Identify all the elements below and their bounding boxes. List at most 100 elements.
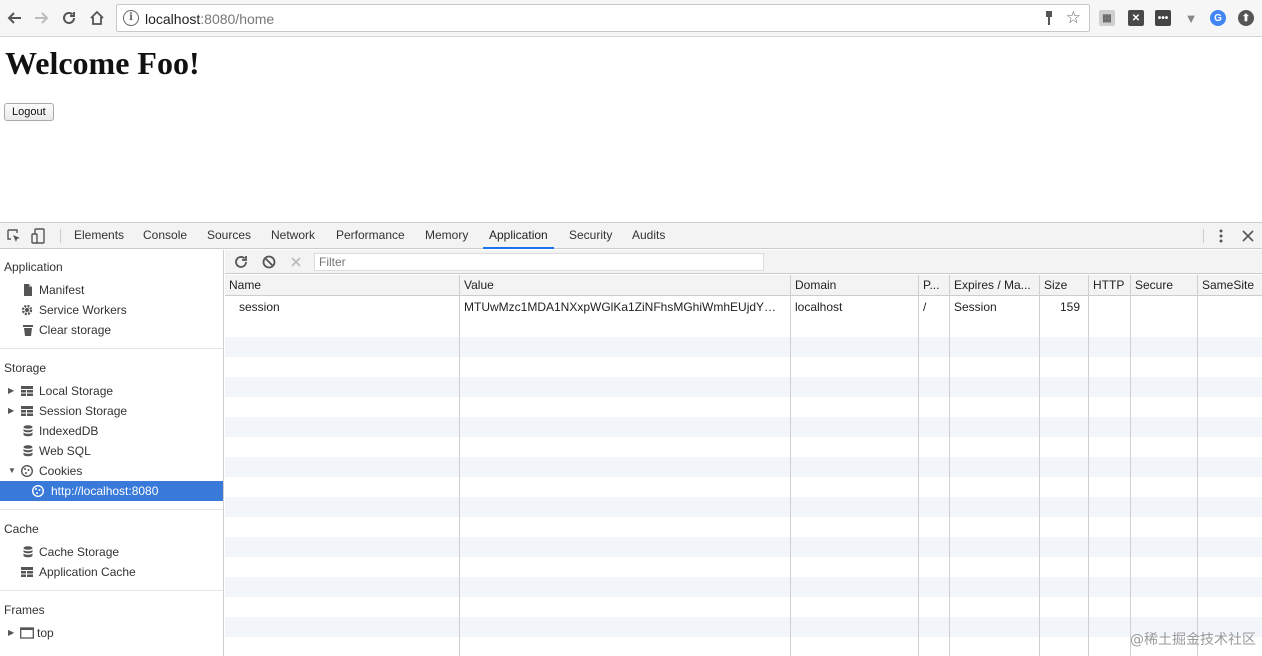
sidebar-item-clear-storage[interactable]: Clear storage xyxy=(0,320,223,340)
home-button[interactable] xyxy=(86,7,108,29)
tab-console[interactable]: Console xyxy=(137,223,193,249)
column-header-name[interactable]: Name xyxy=(225,275,459,296)
sidebar-item-cookies[interactable]: ▼ Cookies xyxy=(0,461,223,481)
sidebar-item-session-storage[interactable]: ▶ Session Storage xyxy=(0,401,223,421)
column-header-samesite[interactable]: SameSite xyxy=(1198,275,1262,296)
column-divider[interactable] xyxy=(949,275,950,656)
sidebar-divider xyxy=(0,509,223,510)
collapse-arrow-icon[interactable]: ▼ xyxy=(8,461,16,481)
sidebar-item-application-cache[interactable]: Application Cache xyxy=(0,562,223,582)
expand-arrow-icon[interactable]: ▶ xyxy=(8,401,14,421)
extension-1-icon[interactable]: ▦ xyxy=(1099,10,1115,26)
extension-3-icon[interactable]: ••• xyxy=(1155,10,1171,26)
sidebar-item-label: IndexedDB xyxy=(39,421,98,441)
tab-memory[interactable]: Memory xyxy=(419,223,474,249)
column-divider[interactable] xyxy=(1039,275,1040,656)
close-devtools-icon[interactable] xyxy=(1240,228,1256,244)
cell-name[interactable]: session xyxy=(235,297,455,317)
sidebar-item-label: Service Workers xyxy=(39,300,127,320)
sidebar-item-frame-top[interactable]: ▶ top xyxy=(0,623,223,643)
back-button[interactable] xyxy=(4,7,26,29)
reload-button[interactable] xyxy=(58,7,80,29)
sidebar-item-cache-storage[interactable]: Cache Storage xyxy=(0,542,223,562)
sidebar-header-storage: Storage xyxy=(4,361,46,375)
cell-domain[interactable]: localhost xyxy=(791,297,916,317)
tab-security[interactable]: Security xyxy=(563,223,618,249)
cell-size[interactable]: 159 xyxy=(1040,297,1084,317)
cell-secure[interactable] xyxy=(1131,297,1196,317)
tab-application[interactable]: Application xyxy=(483,223,554,249)
logout-button[interactable]: Logout xyxy=(4,103,54,121)
gear-icon xyxy=(21,304,33,316)
cookies-toolbar xyxy=(225,250,1262,274)
reload-icon xyxy=(61,10,77,26)
vue-devtools-icon[interactable]: ▼ xyxy=(1183,10,1199,26)
table-stripe xyxy=(225,457,1262,477)
tab-sources[interactable]: Sources xyxy=(201,223,257,249)
google-icon[interactable]: G xyxy=(1210,10,1226,26)
expand-arrow-icon[interactable]: ▶ xyxy=(8,381,14,401)
expand-arrow-icon[interactable]: ▶ xyxy=(8,623,14,643)
column-divider[interactable] xyxy=(1197,275,1198,656)
bookmark-star-icon[interactable]: ☆ xyxy=(1066,8,1081,28)
column-divider[interactable] xyxy=(1088,275,1089,656)
column-header-path[interactable]: P... xyxy=(919,275,949,296)
sidebar-item-label: Manifest xyxy=(39,280,84,300)
upload-icon[interactable]: ⬆ xyxy=(1238,10,1254,26)
tab-network[interactable]: Network xyxy=(265,223,321,249)
column-header-domain[interactable]: Domain xyxy=(791,275,918,296)
more-options-icon[interactable] xyxy=(1213,228,1229,244)
url-path: :8080/home xyxy=(200,11,274,27)
clear-all-icon[interactable] xyxy=(261,254,277,270)
address-bar[interactable]: i localhost:8080/home ☆ xyxy=(116,4,1090,32)
extension-2-icon[interactable]: ✕ xyxy=(1128,10,1144,26)
column-header-expires[interactable]: Expires / Ma... xyxy=(950,275,1039,296)
key-icon[interactable] xyxy=(1045,11,1053,28)
cell-expires[interactable]: Session xyxy=(950,297,1038,317)
info-icon[interactable]: i xyxy=(123,10,139,26)
sidebar-header-application: Application xyxy=(4,260,63,274)
tab-performance[interactable]: Performance xyxy=(330,223,411,249)
refresh-icon[interactable] xyxy=(233,254,249,270)
sidebar-item-local-storage[interactable]: ▶ Local Storage xyxy=(0,381,223,401)
column-header-size[interactable]: Size xyxy=(1040,275,1088,296)
forward-button[interactable] xyxy=(30,7,52,29)
devtools-tabbar: Elements Console Sources Network Perform… xyxy=(0,223,1262,249)
grid-icon xyxy=(21,385,33,397)
sidebar-item-label: Clear storage xyxy=(39,320,111,340)
url-text[interactable]: localhost:8080/home xyxy=(145,11,274,27)
cell-samesite[interactable] xyxy=(1198,297,1261,317)
sidebar-item-web-sql[interactable]: Web SQL xyxy=(0,441,223,461)
sidebar-item-indexeddb[interactable]: IndexedDB xyxy=(0,421,223,441)
tabbar-divider xyxy=(60,229,61,243)
column-divider[interactable] xyxy=(918,275,919,656)
sidebar-header-cache: Cache xyxy=(4,522,39,536)
cell-http[interactable] xyxy=(1089,297,1129,317)
column-header-http[interactable]: HTTP xyxy=(1089,275,1130,296)
column-divider[interactable] xyxy=(1130,275,1131,656)
sidebar-item-cookie-origin[interactable]: http://localhost:8080 xyxy=(0,481,223,501)
cell-path[interactable]: / xyxy=(919,297,947,317)
column-divider[interactable] xyxy=(459,275,460,656)
device-toolbar-icon[interactable] xyxy=(31,228,47,244)
tab-audits[interactable]: Audits xyxy=(626,223,671,249)
browser-toolbar: i localhost:8080/home ☆ ▦ ✕ ••• ▼ G ⬆ xyxy=(0,0,1262,37)
filter-input[interactable] xyxy=(314,253,764,271)
application-sidebar: Application Manifest Service Workers Cle… xyxy=(0,250,224,656)
inspect-element-icon[interactable] xyxy=(6,228,22,244)
sidebar-header-frames: Frames xyxy=(4,603,45,617)
column-header-secure[interactable]: Secure xyxy=(1131,275,1197,296)
sidebar-item-label: Cache Storage xyxy=(39,542,119,562)
column-divider[interactable] xyxy=(790,275,791,656)
arrow-right-icon xyxy=(33,10,49,26)
cell-value[interactable]: MTUwMzc1MDA1NXxpWGlKa1ZiNFhsMGhiWmhEUjdY… xyxy=(460,297,785,317)
sidebar-divider xyxy=(0,590,223,591)
sidebar-item-service-workers[interactable]: Service Workers xyxy=(0,300,223,320)
sidebar-item-manifest[interactable]: Manifest xyxy=(0,280,223,300)
sidebar-item-label: Cookies xyxy=(39,461,82,481)
arrow-left-icon xyxy=(7,10,23,26)
url-host: localhost xyxy=(145,11,200,27)
delete-selected-icon[interactable] xyxy=(288,254,304,270)
tab-elements[interactable]: Elements xyxy=(68,223,130,249)
column-header-value[interactable]: Value xyxy=(460,275,790,296)
